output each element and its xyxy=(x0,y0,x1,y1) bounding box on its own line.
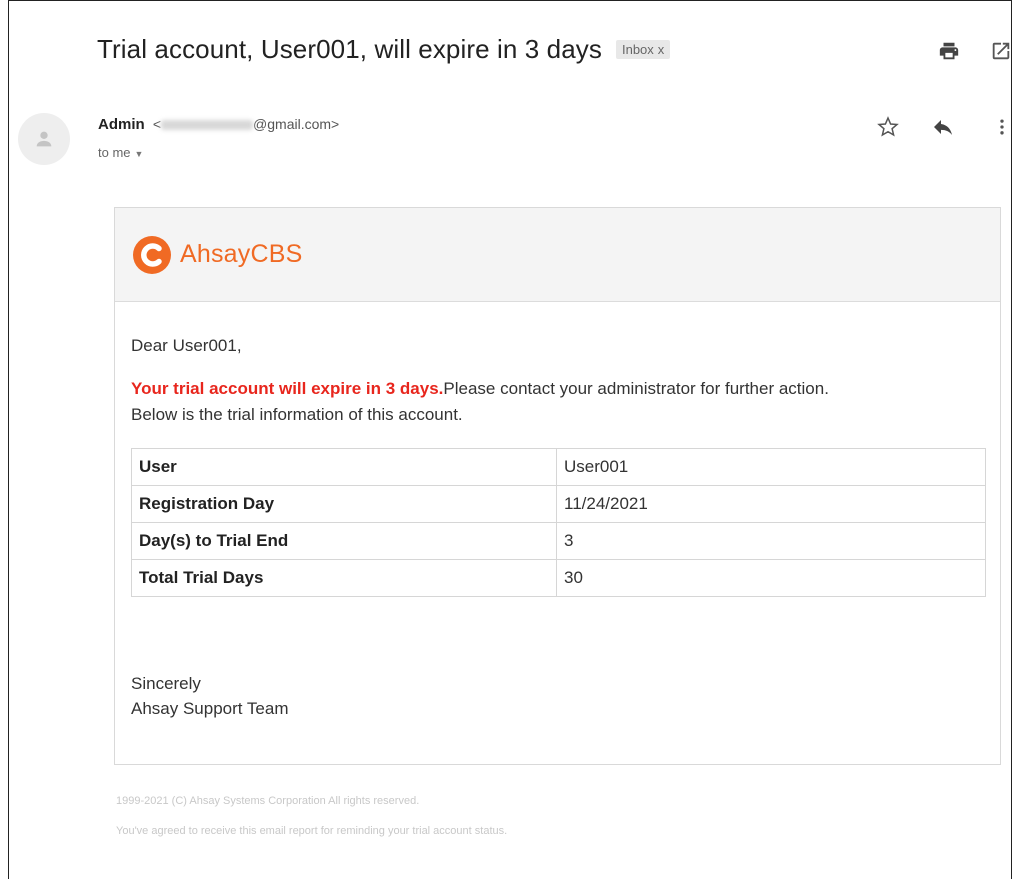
print-icon[interactable] xyxy=(938,40,960,62)
footer-copyright: 1999-2021 (C) Ahsay Systems Corporation … xyxy=(116,795,420,807)
sender-name[interactable]: Admin xyxy=(98,116,145,133)
message-line-2: Below is the trial information of this a… xyxy=(131,405,463,424)
inbox-label-chip[interactable]: Inbox x xyxy=(615,40,671,59)
greeting: Dear User001, xyxy=(131,336,242,355)
sender-email[interactable]: < @gmail.com> xyxy=(153,116,339,132)
message-content: Dear User001, Your trial account will ex… xyxy=(115,302,1000,721)
recipient-text: to me xyxy=(98,145,131,160)
table-key: Total Trial Days xyxy=(131,559,557,597)
more-vert-icon[interactable] xyxy=(992,115,1012,139)
reply-icon[interactable] xyxy=(931,115,955,139)
table-key: Day(s) to Trial End xyxy=(131,522,557,560)
closing-block: Sincerely Ahsay Support Team xyxy=(131,671,984,721)
sender-line: Admin < @gmail.com> xyxy=(98,116,339,133)
sender-email-prefix: < xyxy=(152,116,162,132)
table-value: 30 xyxy=(556,559,986,597)
footer-notice: You've agreed to receive this email repo… xyxy=(116,825,508,837)
table-key: Registration Day xyxy=(131,485,557,523)
table-row: Day(s) to Trial End 3 xyxy=(131,522,986,560)
table-value: 3 xyxy=(556,522,986,560)
trial-info-table: User User001 Registration Day 11/24/2021… xyxy=(131,448,986,597)
avatar-person-icon xyxy=(36,131,52,147)
inbox-label-text: Inbox xyxy=(621,42,654,57)
brand-header: AhsayCBS xyxy=(115,208,1000,302)
open-in-new-window-icon[interactable] xyxy=(990,40,1012,62)
sender-avatar[interactable] xyxy=(18,113,70,165)
table-row: Total Trial Days 30 xyxy=(131,559,986,597)
table-row: User User001 xyxy=(131,448,986,486)
recipient-dropdown[interactable]: to me ▼ xyxy=(98,145,143,160)
table-row: Registration Day 11/24/2021 xyxy=(131,485,986,523)
redacted-email xyxy=(161,120,254,131)
expiry-warning: Your trial account will expire in 3 days… xyxy=(131,379,444,398)
ahsay-logo-icon xyxy=(133,235,171,274)
sender-email-suffix: @gmail.com> xyxy=(253,116,340,132)
email-subject: Trial account, User001, will expire in 3… xyxy=(97,34,602,64)
message-text: Please contact your administrator for fu… xyxy=(443,379,829,398)
subject-row: Trial account, User001, will expire in 3… xyxy=(97,34,671,65)
signature: Ahsay Support Team xyxy=(131,699,289,718)
message-line-1: Your trial account will expire in 3 days… xyxy=(131,376,984,402)
table-value: 11/24/2021 xyxy=(556,485,986,523)
table-key: User xyxy=(131,448,557,486)
star-icon[interactable] xyxy=(876,115,900,139)
brand-name: AhsayCBS xyxy=(180,240,303,268)
table-value: User001 xyxy=(556,448,986,486)
closing-text: Sincerely xyxy=(131,674,201,693)
email-body-card: AhsayCBS Dear User001, Your trial accoun… xyxy=(114,207,1001,765)
caret-down-icon: ▼ xyxy=(134,149,144,159)
remove-label-button[interactable]: x xyxy=(658,42,665,57)
